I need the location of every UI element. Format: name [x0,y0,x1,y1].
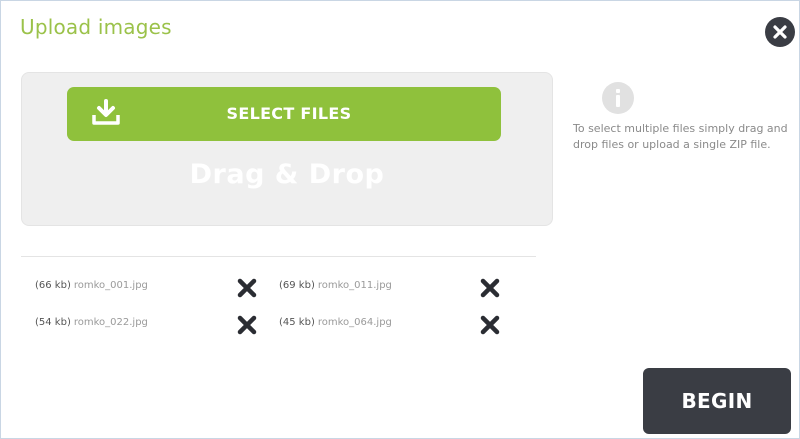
file-name: romko_001.jpg [73,280,148,291]
remove-file-icon[interactable] [479,314,501,336]
drop-zone[interactable]: SELECT FILES Drag & Drop [21,72,553,226]
file-item: (54 kb) romko_022.jpg [35,317,148,337]
dialog-title: Upload images [20,15,172,39]
file-name: romko_011.jpg [317,280,392,291]
file-size: (54 kb) [35,317,71,328]
select-files-button[interactable]: SELECT FILES [67,87,501,141]
begin-button[interactable]: BEGIN [643,368,791,434]
file-item: (45 kb) romko_064.jpg [279,317,392,337]
file-size: (69 kb) [279,280,315,291]
divider [21,256,536,257]
drag-drop-text: Drag & Drop [189,159,385,190]
file-item: (69 kb) romko_011.jpg [279,280,392,300]
info-icon [602,82,634,114]
file-item: (66 kb) romko_001.jpg [35,280,148,300]
select-files-label: SELECT FILES [226,104,352,123]
upload-dialog: Upload images SELECT FILES Drag & Drop T… [0,0,800,439]
info-text: To select multiple files simply drag and… [573,122,788,151]
file-size: (45 kb) [279,317,315,328]
remove-file-icon[interactable] [236,314,258,336]
remove-file-icon[interactable] [479,277,501,299]
file-name: romko_022.jpg [73,317,148,328]
file-size: (66 kb) [35,280,71,291]
file-name: romko_064.jpg [317,317,392,328]
close-button[interactable] [765,17,795,47]
close-icon [773,25,787,39]
remove-file-icon[interactable] [236,277,258,299]
